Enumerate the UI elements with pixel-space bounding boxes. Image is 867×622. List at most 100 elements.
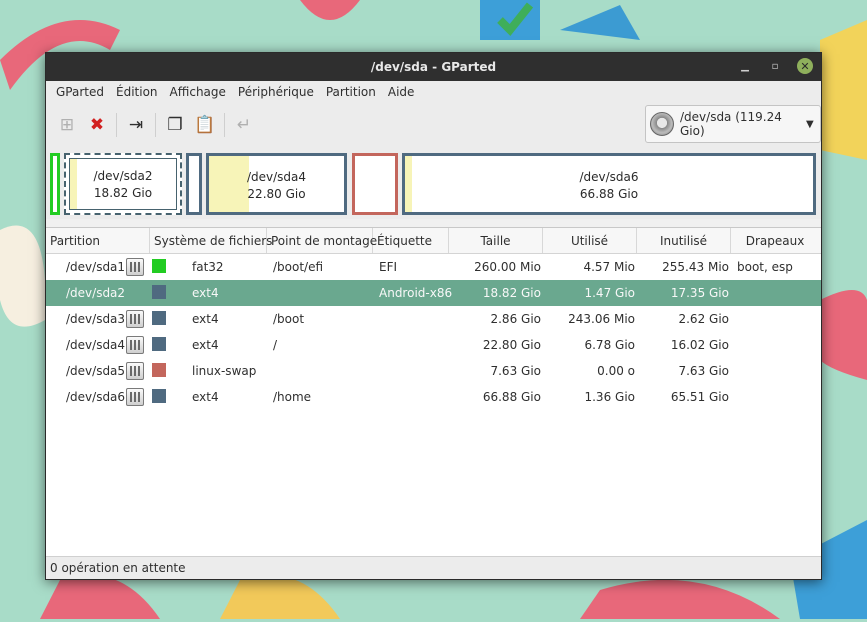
undo-icon[interactable]: ↵ [229, 110, 259, 140]
unused: 7.63 Gio [678, 364, 729, 378]
table-row[interactable]: /dev/sda2 ext4 Android-x86 18.82 Gio 1.47 Gi… [46, 280, 821, 306]
partition-name: /dev/sda2 [66, 286, 126, 300]
unused: 2.62 Gio [678, 312, 729, 326]
used: 0.00 o [597, 364, 635, 378]
disk-map: /dev/sda2 18.82 Gio /dev/sda4 22.80 Gio … [46, 147, 821, 219]
unused: 255.43 Mio [662, 260, 729, 274]
gparted-window: /dev/sda - GParted ▁ ▫ ✕ GParted Édition… [45, 52, 822, 580]
partition-name: /dev/sda1 [66, 260, 126, 274]
diskmap-size: 22.80 Gio [247, 187, 306, 201]
column-partition[interactable]: Partition [46, 228, 150, 253]
delete-icon[interactable]: ✖ [82, 110, 112, 140]
table-row[interactable]: /dev/sda3 ext4/boot 2.86 Gio 243.06 Mio 2.62… [46, 306, 821, 332]
mount-point: /boot [273, 312, 305, 326]
status-text: 0 opération en attente [50, 561, 186, 575]
lock-icon [126, 388, 144, 406]
used-space-fill [405, 156, 412, 212]
diskmap-sda6[interactable]: /dev/sda6 66.88 Gio [402, 153, 816, 215]
fs-swatch-cell [150, 258, 188, 276]
table-row[interactable]: /dev/sda6 ext4/home 66.88 Gio 1.36 Gio 65.51… [46, 384, 821, 410]
diskmap-sda5[interactable] [352, 153, 398, 215]
close-icon[interactable]: ✕ [797, 58, 813, 74]
fs-color-swatch [152, 336, 166, 351]
mount-point: /home [273, 390, 312, 404]
table-row[interactable]: /dev/sda5 linux-swap 7.63 Gio 0.00 o 7.63 Gi… [46, 358, 821, 384]
column-used[interactable]: Utilisé [543, 228, 637, 253]
diskmap-name: /dev/sda2 [93, 169, 153, 183]
unused: 16.02 Gio [670, 338, 729, 352]
diskmap-sda2[interactable]: /dev/sda2 18.82 Gio [64, 153, 182, 215]
table-header: Partition Système de fichiers Point de m… [46, 228, 821, 254]
lock-icon-cell [126, 336, 150, 354]
table-row[interactable]: /dev/sda4 ext4 / 22.80 Gio 6.78 Gio 16.02 Gio [46, 332, 821, 358]
menu-edition[interactable]: Édition [110, 85, 164, 99]
hard-disk-icon [650, 112, 674, 136]
filesystem: ext4 [192, 286, 219, 300]
fs-swatch-cell [150, 310, 188, 328]
fs-color-swatch [152, 362, 166, 377]
fs-color-swatch [152, 388, 166, 403]
menu-bar: GParted Édition Affichage Périphérique P… [46, 81, 821, 103]
table-body: /dev/sda1 fat32/boot/efi EFI 260.00 Mio 4.57… [46, 254, 821, 410]
used-space-fill [70, 159, 77, 209]
diskmap-sda4[interactable]: /dev/sda4 22.80 Gio [206, 153, 347, 215]
lock-icon [126, 258, 144, 276]
column-size[interactable]: Taille [449, 228, 543, 253]
diskmap-sda1[interactable] [50, 153, 60, 215]
filesystem: linux-swap [192, 364, 257, 378]
menu-partition[interactable]: Partition [320, 85, 382, 99]
title-bar[interactable]: /dev/sda - GParted ▁ ▫ ✕ [46, 53, 821, 81]
fs-swatch-cell [150, 336, 188, 354]
column-label[interactable]: Étiquette [373, 228, 449, 253]
column-unused[interactable]: Inutilisé [637, 228, 731, 253]
lock-icon [126, 310, 144, 328]
table-row[interactable]: /dev/sda1 fat32/boot/efi EFI 260.00 Mio 4.57… [46, 254, 821, 280]
mount-point: / [273, 338, 278, 352]
partition-name: /dev/sda4 [66, 338, 126, 352]
toolbar: ⊞ ✖ ⇥ ❐ 📋 ↵ /dev/sda (119.24 Gio) ▼ [46, 103, 821, 147]
paste-icon[interactable]: 📋 [190, 110, 220, 140]
status-bar: 0 opération en attente [46, 556, 821, 579]
new-partition-icon[interactable]: ⊞ [52, 110, 82, 140]
flags: boot, esp [737, 260, 793, 274]
window-controls: ▁ ▫ ✕ [737, 58, 813, 74]
device-selector[interactable]: /dev/sda (119.24 Gio) ▼ [645, 105, 821, 143]
toolbar-separator [155, 113, 156, 137]
diskmap-name: /dev/sda6 [579, 170, 639, 184]
filesystem: ext4 [192, 338, 219, 352]
partition-name: /dev/sda6 [66, 390, 126, 404]
lock-icon-cell [126, 258, 150, 276]
size: 260.00 Mio [474, 260, 541, 274]
minimize-icon[interactable]: ▁ [737, 58, 753, 74]
used: 6.78 Gio [584, 338, 635, 352]
size: 2.86 Gio [490, 312, 541, 326]
menu-gparted[interactable]: GParted [50, 85, 110, 99]
menu-peripherique[interactable]: Périphérique [232, 85, 320, 99]
column-flags[interactable]: Drapeaux [731, 228, 819, 253]
lock-icon-cell [126, 362, 150, 380]
label: Android-x86 [379, 286, 453, 300]
partition-name: /dev/sda5 [66, 364, 126, 378]
diskmap-size: 18.82 Gio [93, 186, 153, 200]
menu-affichage[interactable]: Affichage [164, 85, 232, 99]
resize-move-icon[interactable]: ⇥ [121, 110, 151, 140]
lock-icon-cell [126, 388, 150, 406]
filesystem: fat32 [192, 260, 224, 274]
column-filesystem[interactable]: Système de fichiers [150, 228, 272, 253]
diskmap-size: 66.88 Gio [579, 187, 639, 201]
toolbar-separator [116, 113, 117, 137]
size: 7.63 Gio [490, 364, 541, 378]
copy-icon[interactable]: ❐ [160, 110, 190, 140]
filesystem: ext4 [192, 312, 219, 326]
diskmap-sda3[interactable] [186, 153, 202, 215]
menu-aide[interactable]: Aide [382, 85, 421, 99]
unused: 65.51 Gio [670, 390, 729, 404]
column-mountpoint[interactable]: Point de montage [267, 228, 377, 253]
size: 18.82 Gio [482, 286, 541, 300]
partition-name: /dev/sda3 [66, 312, 126, 326]
maximize-icon[interactable]: ▫ [767, 58, 783, 74]
chevron-down-icon: ▼ [806, 118, 814, 130]
diskmap-name: /dev/sda4 [246, 170, 307, 184]
used: 243.06 Mio [568, 312, 635, 326]
toolbar-separator [224, 113, 225, 137]
